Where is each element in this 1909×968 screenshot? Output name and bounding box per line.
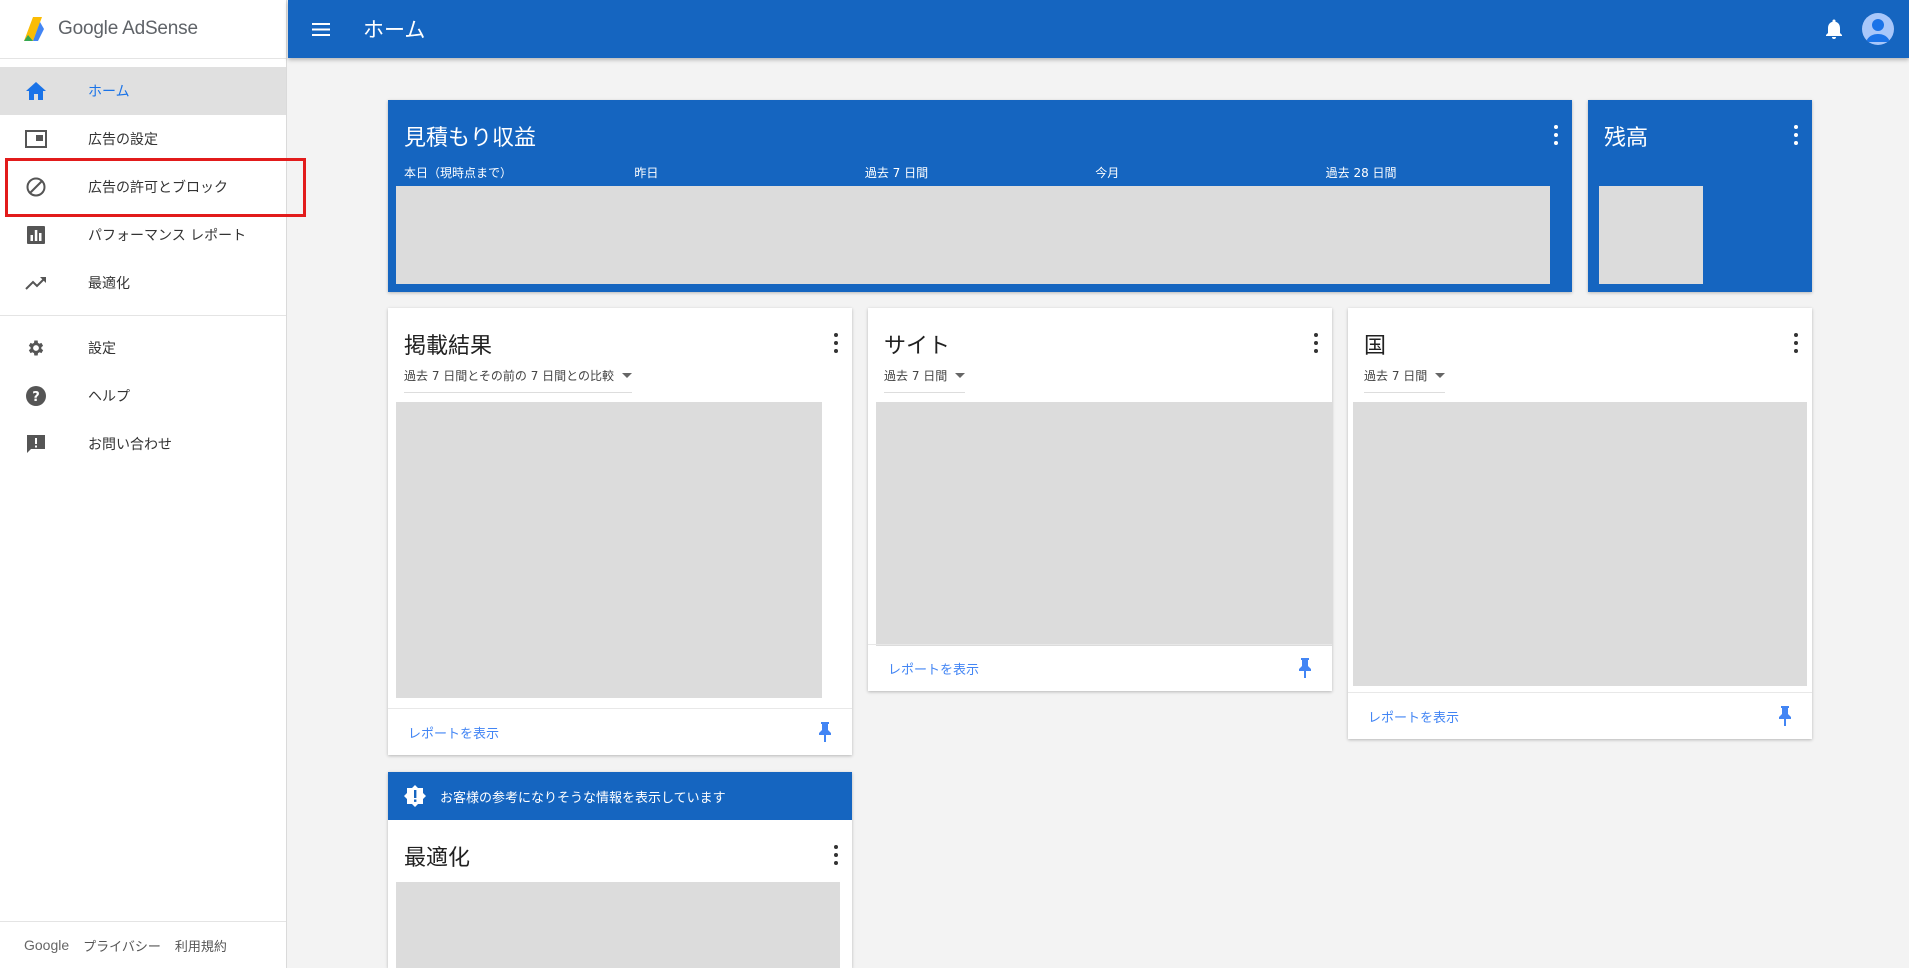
loading-placeholder [1353, 402, 1807, 686]
nav-divider [0, 315, 286, 316]
trending-up-icon [25, 272, 47, 294]
loading-placeholder [396, 882, 840, 968]
dropdown-arrow-icon [622, 373, 633, 378]
sidebar-item-label: お問い合わせ [88, 437, 172, 453]
card-footer: レポートを表示 [1348, 692, 1812, 739]
home-icon [25, 80, 47, 102]
sidebar-footer: Google プライバシー 利用規約 [0, 921, 286, 968]
more-vert-icon[interactable] [1313, 333, 1319, 353]
sidebar-item-label: 広告の設定 [88, 132, 158, 148]
adsense-logo-icon [24, 17, 44, 41]
more-vert-icon[interactable] [833, 845, 839, 865]
sidebar-item-label: 最適化 [88, 276, 130, 292]
date-range-value: 過去 7 日間 [884, 369, 948, 383]
dropdown-arrow-icon [1435, 373, 1446, 378]
sidebar-item-label: 広告の許可とブロック [88, 180, 228, 196]
pin-icon[interactable] [1298, 658, 1312, 678]
pin-icon[interactable] [1778, 706, 1792, 726]
view-report-link[interactable]: レポートを表示 [1368, 707, 1459, 726]
view-report-link[interactable]: レポートを表示 [888, 659, 979, 678]
block-icon [25, 176, 47, 198]
optimization-card: お客様の参考になりそうな情報を表示しています 最適化 [388, 772, 852, 968]
sidebar-item-help[interactable]: ? ヘルプ [0, 372, 286, 420]
more-vert-icon[interactable] [833, 333, 839, 353]
period-label: 過去 7 日間 [864, 166, 929, 180]
bar-chart-icon [25, 224, 47, 246]
footer-terms-link[interactable]: 利用規約 [175, 936, 227, 955]
sidebar-item-ad-settings[interactable]: 広告の設定 [0, 115, 286, 163]
date-range-dropdown[interactable]: 過去 7 日間 [1364, 367, 1446, 393]
sidebar-item-settings[interactable]: 設定 [0, 324, 286, 372]
dropdown-arrow-icon [955, 373, 966, 378]
more-vert-icon[interactable] [1553, 125, 1559, 145]
period-label: 本日（現時点まで） [404, 166, 513, 180]
loading-placeholder [396, 402, 822, 698]
card-title: 最適化 [404, 846, 471, 871]
svg-text:?: ? [32, 390, 40, 405]
sidebar-item-label: 設定 [88, 341, 116, 357]
info-banner: お客様の参考になりそうな情報を表示しています [388, 772, 852, 820]
account-avatar[interactable] [1862, 13, 1894, 45]
page-title: ホーム [363, 18, 426, 42]
period-label: 今月 [1095, 166, 1120, 180]
sidebar: Google AdSense ホーム 広告の設定 広告の許可とブロック パフォー… [0, 0, 287, 968]
card-title: 残高 [1604, 126, 1649, 151]
alert-badge-icon [404, 785, 426, 807]
more-vert-icon[interactable] [1793, 333, 1799, 353]
card-footer: レポートを表示 [868, 644, 1332, 691]
sidebar-item-label: ホーム [88, 84, 130, 100]
performance-results-card: 掲載結果 過去 7 日間とその前の 7 日間との比較 レポートを表示 [388, 308, 852, 755]
sidebar-item-label: ヘルプ [88, 389, 130, 405]
help-icon: ? [25, 385, 47, 407]
period-labels: 本日（現時点まで） 昨日 過去 7 日間 今月 過去 28 日間 [404, 164, 1556, 181]
sidebar-item-contact[interactable]: お問い合わせ [0, 420, 286, 468]
countries-card: 国 過去 7 日間 レポートを表示 [1348, 308, 1812, 739]
sidebar-item-home[interactable]: ホーム [0, 67, 286, 115]
date-range-dropdown[interactable]: 過去 7 日間 [884, 367, 966, 393]
top-bar: ホーム [288, 0, 1909, 58]
sidebar-item-performance-reports[interactable]: パフォーマンス レポート [0, 211, 286, 259]
menu-icon[interactable] [309, 17, 333, 41]
date-range-dropdown[interactable]: 過去 7 日間とその前の 7 日間との比較 [404, 367, 633, 393]
sites-card: サイト 過去 7 日間 レポートを表示 [868, 308, 1332, 691]
pin-icon[interactable] [818, 722, 832, 742]
gear-icon [25, 337, 47, 359]
estimated-earnings-card: 見積もり収益 本日（現時点まで） 昨日 過去 7 日間 今月 過去 28 日間 [388, 100, 1572, 292]
loading-placeholder [876, 402, 1332, 646]
view-report-link[interactable]: レポートを表示 [408, 723, 499, 742]
date-range-value: 過去 7 日間とその前の 7 日間との比較 [404, 369, 615, 383]
header-actions [1822, 13, 1894, 45]
loading-placeholder [1599, 186, 1703, 284]
logo[interactable]: Google AdSense [0, 0, 286, 59]
sidebar-item-ad-review[interactable]: 広告の許可とブロック [0, 163, 286, 211]
loading-placeholder [396, 186, 1550, 284]
feedback-icon [25, 433, 47, 455]
sidebar-nav: ホーム 広告の設定 広告の許可とブロック パフォーマンス レポート 最適化 設定… [0, 59, 286, 468]
sidebar-item-optimization[interactable]: 最適化 [0, 259, 286, 307]
card-title: 見積もり収益 [404, 126, 537, 151]
period-label: 過去 28 日間 [1325, 166, 1397, 180]
footer-google[interactable]: Google [24, 937, 69, 953]
banner-text: お客様の参考になりそうな情報を表示しています [440, 790, 726, 806]
footer-privacy-link[interactable]: プライバシー [83, 936, 161, 955]
card-title: 掲載結果 [404, 334, 493, 359]
logo-text: Google AdSense [58, 18, 198, 39]
date-range-value: 過去 7 日間 [1364, 369, 1428, 383]
notifications-bell-icon[interactable] [1822, 17, 1846, 41]
balance-card: 残高 [1588, 100, 1812, 292]
ad-settings-icon [25, 128, 47, 150]
card-title: 国 [1364, 334, 1387, 359]
card-footer: レポートを表示 [388, 708, 852, 755]
card-title: サイト [884, 334, 951, 359]
more-vert-icon[interactable] [1793, 125, 1799, 145]
period-label: 昨日 [634, 166, 659, 180]
sidebar-item-label: パフォーマンス レポート [88, 228, 247, 244]
